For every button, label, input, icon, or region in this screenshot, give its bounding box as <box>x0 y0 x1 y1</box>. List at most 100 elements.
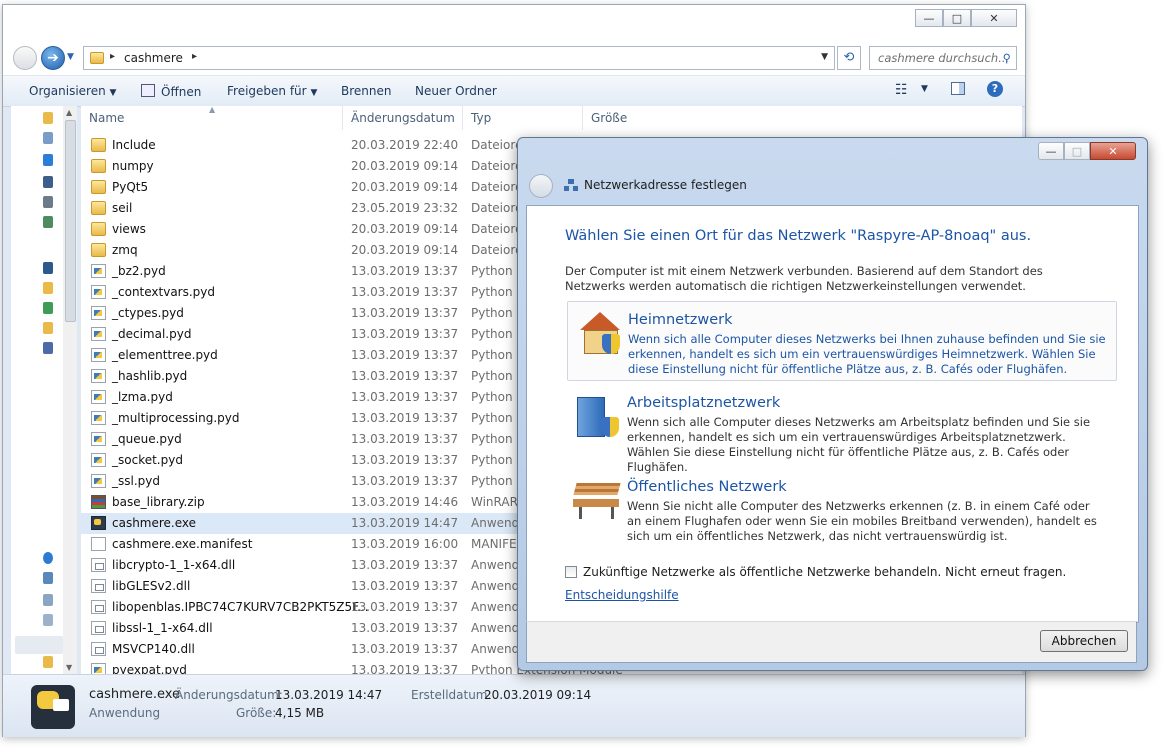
file-date: 13.03.2019 13:37 <box>351 579 459 593</box>
dll-icon <box>91 558 106 572</box>
search-input[interactable]: cashmere durchsuch... ⚲ <box>869 46 1017 70</box>
column-header-name[interactable]: Name ▲ <box>81 106 343 130</box>
dialog-title: Netzwerkadresse festlegen <box>584 178 747 192</box>
search-icon[interactable]: ⚲ <box>1003 47 1011 69</box>
txt-icon <box>91 537 106 551</box>
scroll-up-icon[interactable]: ▲ <box>66 108 72 117</box>
cancel-button[interactable]: Abbrechen <box>1040 630 1128 652</box>
pyd-icon <box>91 369 106 383</box>
open-icon <box>141 84 155 97</box>
option-public-network[interactable]: Öffentliches Netzwerk Wenn Sie nicht all… <box>567 469 1117 549</box>
folder-icon <box>91 201 106 215</box>
dialog-close-button[interactable]: ✕ <box>1090 142 1136 160</box>
dropbox-icon[interactable] <box>43 154 53 166</box>
videos-icon[interactable] <box>43 342 53 354</box>
address-box[interactable]: ▸ cashmere ▸ ▼ <box>83 46 835 70</box>
sort-ascending-icon: ▲ <box>209 106 216 114</box>
recent-places-icon[interactable] <box>43 216 53 228</box>
folder-icon[interactable] <box>43 656 53 668</box>
pyd-icon <box>91 453 106 467</box>
view-dropdown-icon[interactable]: ▼ <box>921 84 928 94</box>
dialog-back-button[interactable] <box>529 174 553 198</box>
pyd-icon <box>91 411 106 425</box>
file-date: 13.03.2019 13:37 <box>351 327 459 341</box>
view-options-icon[interactable]: ☷ <box>895 82 908 98</box>
file-date: 13.03.2019 16:00 <box>351 537 459 551</box>
help-link[interactable]: Entscheidungshilfe <box>565 588 679 602</box>
breadcrumb-separator-icon[interactable]: ▸ <box>192 51 197 62</box>
column-header-type[interactable]: Typ <box>463 106 583 130</box>
file-name: _hashlib.pyd <box>112 369 188 383</box>
recent-pages-dropdown-icon[interactable]: ▼ <box>67 52 74 62</box>
dialog-heading: Wählen Sie einen Ort für das Netzwerk "R… <box>565 228 1032 244</box>
share-menu[interactable]: Freigeben für ▼ <box>227 84 317 98</box>
file-date: 20.03.2019 09:14 <box>351 159 459 173</box>
breadcrumb-separator-icon[interactable]: ▸ <box>110 51 115 62</box>
folder-icon[interactable] <box>43 112 53 124</box>
file-name: pyexpat.pyd <box>112 663 187 674</box>
burn-button[interactable]: Brennen <box>341 84 391 98</box>
dll-icon <box>91 600 106 614</box>
help-icon[interactable]: ? <box>987 81 1003 97</box>
file-date: 20.03.2019 09:14 <box>351 222 459 236</box>
file-name: libopenblas.IPBC74C7KURV7CB2PKT5Z5F... <box>112 600 369 614</box>
office-building-icon <box>575 395 621 439</box>
public-networks-checkbox-label[interactable]: Zukünftige Netzwerke als öffentliche Net… <box>583 565 1066 579</box>
file-date: 13.03.2019 13:37 <box>351 369 459 383</box>
option-work-network[interactable]: Arbeitsplatznetzwerk Wenn sich alle Comp… <box>567 385 1117 474</box>
nav-selected-item[interactable] <box>15 636 63 654</box>
open-button[interactable]: Öffnen <box>141 84 201 99</box>
documents-icon[interactable] <box>43 282 53 294</box>
minimize-button[interactable]: — <box>915 9 943 27</box>
drive-icon[interactable] <box>43 572 53 584</box>
file-name: libcrypto-1_1-x64.dll <box>112 558 236 572</box>
dialog-minimize-button[interactable]: — <box>1038 142 1064 160</box>
file-date: 13.03.2019 13:37 <box>351 411 459 425</box>
desktop-icon[interactable] <box>43 176 53 188</box>
file-name: _ctypes.pyd <box>112 306 184 320</box>
file-date: 13.03.2019 13:37 <box>351 285 459 299</box>
file-name: cashmere.exe.manifest <box>112 537 253 551</box>
file-date: 13.03.2019 13:37 <box>351 390 459 404</box>
file-name: _contextvars.pyd <box>112 285 216 299</box>
navigation-scrollbar[interactable]: ▲ ▼ <box>63 106 77 674</box>
file-name: numpy <box>112 159 154 173</box>
close-button[interactable]: ✕ <box>971 9 1017 27</box>
scrollbar-thumb[interactable] <box>65 120 76 322</box>
column-header-size[interactable]: Größe <box>583 106 683 130</box>
pyd-icon <box>91 306 106 320</box>
file-name: libssl-1_1-x64.dll <box>112 621 213 635</box>
refresh-button[interactable]: ⟲ <box>837 46 861 70</box>
library-icon[interactable] <box>43 262 53 274</box>
dialog-maximize-button[interactable]: □ <box>1064 142 1090 160</box>
file-date: 20.03.2019 09:14 <box>351 243 459 257</box>
details-modified-label: Änderungsdatum: <box>175 688 283 702</box>
breadcrumb-current[interactable]: cashmere <box>124 51 183 65</box>
pictures-icon[interactable] <box>43 322 53 334</box>
details-created-value: 20.03.2019 09:14 <box>484 688 592 702</box>
maximize-button[interactable]: □ <box>943 9 971 27</box>
organize-menu[interactable]: Organisieren ▼ <box>29 84 116 98</box>
scroll-down-icon[interactable]: ▼ <box>66 663 72 672</box>
details-size-value: 4,15 MB <box>275 706 325 720</box>
preview-pane-icon[interactable] <box>951 82 965 95</box>
drive-icon[interactable] <box>43 614 53 626</box>
network-icon[interactable] <box>43 552 53 564</box>
chevron-down-icon: ▼ <box>310 88 318 98</box>
drive-icon[interactable] <box>43 594 53 606</box>
new-folder-button[interactable]: Neuer Ordner <box>415 84 497 98</box>
option-home-network[interactable]: Heimnetzwerk Wenn sich alle Computer die… <box>567 301 1117 381</box>
computer-icon[interactable] <box>43 132 53 144</box>
back-button[interactable] <box>13 46 37 70</box>
file-name: _socket.pyd <box>112 453 183 467</box>
option-work-title: Arbeitsplatznetzwerk <box>627 395 781 411</box>
downloads-icon[interactable] <box>43 196 53 208</box>
option-home-desc: Wenn sich alle Computer dieses Netzwerks… <box>628 332 1106 376</box>
forward-button[interactable]: ➔ <box>41 46 65 70</box>
address-dropdown-icon[interactable]: ▼ <box>821 52 828 62</box>
file-name: _bz2.pyd <box>112 264 166 278</box>
column-header-date[interactable]: Änderungsdatum <box>343 106 463 130</box>
public-networks-checkbox[interactable] <box>565 566 577 578</box>
music-icon[interactable] <box>43 302 53 314</box>
dialog-content: Wählen Sie einen Ort für das Netzwerk "R… <box>526 205 1139 623</box>
